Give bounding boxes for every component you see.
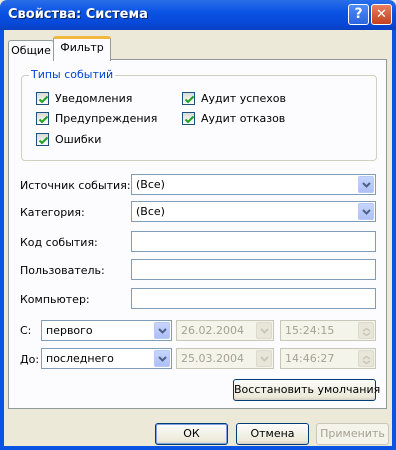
checkbox-label: Аудит успехов bbox=[201, 92, 286, 105]
title-bar[interactable]: Свойства: Система ? ✕ bbox=[0, 0, 396, 30]
to-mode-value: последнего bbox=[46, 352, 114, 365]
apply-button[interactable]: Применить bbox=[316, 423, 389, 445]
computer-input[interactable] bbox=[131, 288, 376, 309]
from-mode-combo[interactable]: первого bbox=[41, 320, 172, 341]
restore-defaults-button[interactable]: Восстановить умолчания bbox=[233, 379, 380, 401]
category-value: (Все) bbox=[136, 205, 165, 218]
tab-general[interactable]: Общие bbox=[8, 40, 54, 60]
close-button[interactable]: ✕ bbox=[371, 4, 392, 25]
user-label: Пользователь: bbox=[20, 264, 105, 277]
category-combo[interactable]: (Все) bbox=[131, 201, 376, 222]
help-button[interactable]: ? bbox=[348, 4, 369, 25]
checkbox-label: Уведомления bbox=[55, 92, 133, 105]
computer-label: Компьютер: bbox=[20, 293, 90, 306]
to-label: До: bbox=[20, 353, 40, 366]
to-time-value: 14:46:27 bbox=[285, 352, 335, 365]
chevron-down-icon[interactable] bbox=[154, 322, 170, 339]
checkbox-label: Аудит отказов bbox=[201, 112, 286, 125]
chevron-down-icon[interactable] bbox=[154, 350, 170, 367]
source-combo[interactable]: (Все) bbox=[131, 174, 376, 195]
from-time-value: 15:24:15 bbox=[285, 324, 335, 337]
to-mode-combo[interactable]: последнего bbox=[41, 348, 172, 369]
category-label: Категория: bbox=[20, 206, 85, 219]
window-border-bottom bbox=[0, 446, 396, 450]
properties-dialog: Свойства: Система ? ✕ Общие Фильтр Типы … bbox=[0, 0, 396, 450]
checkbox-box bbox=[36, 133, 49, 146]
window-border-right bbox=[392, 30, 396, 450]
window-title: Свойства: Система bbox=[8, 7, 148, 22]
user-input[interactable] bbox=[131, 259, 376, 280]
spinner-icon bbox=[358, 350, 374, 367]
from-date-picker: 26.02.2004 bbox=[176, 320, 274, 341]
cancel-button[interactable]: Отмена bbox=[236, 423, 309, 445]
spinner-icon bbox=[358, 322, 374, 339]
checkbox-box bbox=[36, 112, 49, 125]
chevron-down-icon[interactable] bbox=[358, 203, 374, 220]
to-date-picker: 25.03.2004 bbox=[176, 348, 274, 369]
source-value: (Все) bbox=[136, 178, 165, 191]
to-date-value: 25.03.2004 bbox=[181, 352, 244, 365]
event-id-label: Код события: bbox=[20, 236, 98, 249]
from-date-value: 26.02.2004 bbox=[181, 324, 244, 337]
event-id-input[interactable] bbox=[131, 231, 376, 252]
checkbox-box bbox=[182, 112, 195, 125]
event-types-title: Типы событий bbox=[29, 68, 116, 81]
window-border-left bbox=[0, 30, 4, 450]
checkbox-label: Предупреждения bbox=[55, 112, 158, 125]
to-time-picker: 14:46:27 bbox=[280, 348, 376, 369]
chevron-down-icon bbox=[256, 350, 272, 367]
tab-filter[interactable]: Фильтр bbox=[53, 36, 111, 61]
from-time-picker: 15:24:15 bbox=[280, 320, 376, 341]
chevron-down-icon[interactable] bbox=[358, 176, 374, 193]
source-label: Источник события: bbox=[20, 179, 131, 192]
ok-button[interactable]: ОК bbox=[155, 423, 228, 445]
chevron-down-icon bbox=[256, 322, 272, 339]
from-mode-value: первого bbox=[46, 324, 93, 337]
from-label: С: bbox=[20, 324, 32, 337]
checkbox-box bbox=[182, 92, 195, 105]
checkbox-box bbox=[36, 92, 49, 105]
checkbox-label: Ошибки bbox=[55, 133, 102, 146]
